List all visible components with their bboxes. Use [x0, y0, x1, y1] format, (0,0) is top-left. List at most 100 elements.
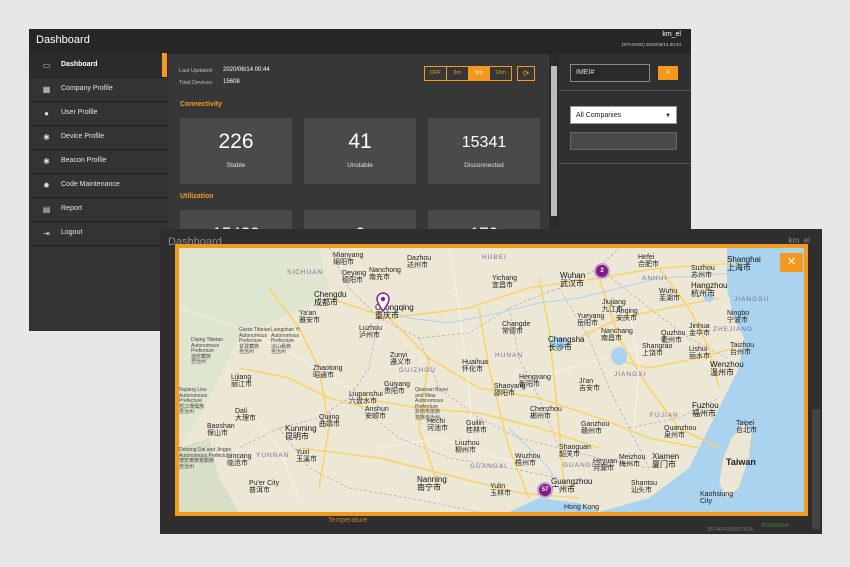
search-button[interactable]: ⌕ — [658, 66, 678, 80]
map-label-province: JIANGXI — [614, 371, 647, 378]
map-label-city: Dazhou 达州市 — [407, 255, 432, 269]
map-label-city: Hefei 合肥市 — [638, 254, 659, 268]
map-label-city: Nanchong 南充市 — [369, 267, 401, 281]
map-label-city: Suzhou 苏州市 — [691, 265, 715, 279]
map-label-city: Xiamen 厦门市 — [652, 452, 680, 469]
map-label-province: GUANGXI — [470, 463, 507, 470]
sidebar-item-beacon-profile[interactable]: ✱ Beacon Profile — [29, 150, 168, 174]
close-map-button[interactable]: ✕ — [780, 253, 803, 272]
map-label-city: Taizhou 台州市 — [730, 342, 755, 356]
refresh-3m-button[interactable]: 3m — [447, 67, 469, 80]
map-label-city: Zunyi 遵义市 — [390, 352, 411, 366]
sidebar-item-label: Device Profile — [61, 133, 105, 140]
map-label-city: Qujing 曲靖市 — [319, 414, 340, 428]
map-label-city: Guiyang 贵阳市 — [384, 381, 411, 395]
scroll-thumb[interactable] — [551, 66, 557, 216]
map-label-city: Luzhou 泸州市 — [359, 325, 382, 339]
sidebar-item-code-maintenance[interactable]: ✹ Code Maintenance — [29, 174, 168, 198]
guangzhou-cluster-marker[interactable]: 57 — [537, 482, 553, 498]
map-label-city: Deyang 德阳市 — [342, 270, 367, 284]
map-label-city: Lijiang 丽江市 — [231, 374, 252, 388]
disconnected-label: Disconnected — [464, 162, 504, 169]
map-modal[interactable]: SICHUAN HUBEI ANHUI JIANGSU ZHEJIANG HUN… — [175, 244, 808, 516]
map-label-city: Hong Kong — [564, 504, 600, 511]
poyang-lake — [611, 347, 627, 365]
unstable-label: Unstable — [347, 162, 373, 169]
cog-icon: ✹ — [43, 181, 50, 190]
refresh-interval-group: OFF 3m 5m 10m — [424, 66, 512, 81]
app-title: Dashboard — [36, 34, 90, 46]
map-label-province: YUNNAN — [256, 452, 290, 459]
user-icon: ● — [44, 109, 49, 118]
refresh-button[interactable]: ⟳ — [517, 66, 535, 81]
map-label-city: Meizhou 梅州市 — [619, 454, 646, 468]
sidebar-item-label: Dashboard — [61, 61, 98, 68]
gear-icon: ✱ — [43, 133, 50, 142]
map-label-city: Guangzhou 广州市 — [551, 477, 593, 494]
map-label-city: Wuzhou 梧州市 — [515, 453, 541, 467]
map-label-city: Changde 常德市 — [502, 321, 531, 335]
user-name[interactable]: km_el — [662, 31, 681, 38]
map-label-prefecture: Diqing Tibetan Autonomous Prefecture 迪庆藏族 自治… — [191, 337, 223, 365]
map-label-city: Shangrao 上饶市 — [642, 343, 673, 357]
sidebar-item-company-profile[interactable]: ▦ Company Profile — [29, 78, 168, 102]
imei-search-input[interactable]: IMEI# — [570, 64, 650, 82]
sidebar-item-user-profile[interactable]: ● User Profile — [29, 102, 168, 126]
temperature-heading: Temperature — [328, 517, 368, 524]
map-label-city: Jinhua 金华市 — [689, 323, 710, 337]
map-label-city: Yichang 宜昌市 — [492, 275, 518, 289]
total-devices-label: Total Devices: — [179, 80, 214, 86]
map-label-province: ZHEJIANG — [713, 326, 754, 333]
stable-count: 226 — [218, 130, 254, 153]
company-select[interactable]: All Companies ▼ — [570, 106, 677, 124]
map-label-city: Lishui 丽水市 — [689, 346, 710, 360]
chevron-down-icon: ▼ — [665, 113, 671, 119]
total-devices-value: 15608 — [223, 79, 240, 85]
sidebar-item-label: User Profile — [61, 109, 98, 116]
map-label-city: Wuhan 武汉市 — [560, 271, 586, 288]
map-label-city: Mianyang 绵阳市 — [333, 252, 364, 266]
divider — [559, 163, 691, 164]
map-label-prefecture: Garze Tibetan Autonomous Prefecture 甘孜藏族 自治州 — [239, 327, 271, 355]
sidebar-item-label: Beacon Profile — [61, 157, 107, 164]
unstable-card[interactable]: 41 Unstable — [304, 118, 416, 184]
divider — [559, 90, 691, 91]
map-label-city: Nanchang 南昌市 — [601, 328, 633, 342]
map-label-city: Wuhu 芜湖市 — [659, 288, 680, 302]
sidebar-item-label: Logout — [61, 229, 83, 236]
map-label-island: Taiwan — [726, 457, 756, 467]
refresh-off-button[interactable]: OFF — [425, 67, 447, 80]
map-label-city: Dali 大理市 — [235, 408, 256, 422]
beacon-icon: ✱ — [43, 157, 50, 166]
map-label-province: HUBEI — [482, 254, 507, 261]
map-label-city: Ya'an 雅安市 — [299, 310, 320, 324]
secondary-filter-field[interactable] — [570, 132, 677, 150]
row-imei: 357404109957524 — [707, 527, 753, 533]
disconnected-card[interactable]: 15341 Disconnected — [428, 118, 540, 184]
stable-card[interactable]: 226 Stable — [180, 118, 292, 184]
connectivity-heading: Connectivity — [180, 101, 223, 108]
sidebar-item-device-profile[interactable]: ✱ Device Profile — [29, 126, 168, 150]
sidebar-item-logout[interactable]: ⇥ Logout — [29, 222, 168, 246]
map-label-province: SICHUAN — [287, 269, 324, 276]
last-updated-value: 2020/06/14 00:44 — [223, 67, 270, 73]
sidebar-item-dashboard[interactable]: ▭ Dashboard — [29, 54, 168, 78]
map-label-city: Yulin 玉林市 — [490, 483, 511, 497]
map-label-city: Quanzhou 泉州市 — [664, 425, 697, 439]
map-label-city: Liupanshui 六盘水市 — [349, 391, 383, 405]
map-label-city: Ji'an 吉安市 — [579, 378, 600, 392]
map-label-city: Shantou 汕头市 — [631, 480, 658, 494]
map-label-city: Liuzhou 柳州市 — [455, 440, 480, 454]
refresh-5m-button[interactable]: 5m — [468, 67, 491, 80]
refresh-10m-button[interactable]: 10m — [490, 67, 511, 80]
map-label-province: HUNAN — [495, 352, 524, 359]
wuhan-cluster-marker[interactable]: 2 — [594, 263, 610, 279]
map-label-province: FUJIAN — [650, 412, 679, 419]
map-label-city: Shaoguan 韶关市 — [559, 444, 591, 458]
sidebar-item-report[interactable]: ▤ Report — [29, 198, 168, 222]
device-location-pin-icon[interactable] — [376, 292, 390, 312]
map-label-city: Changsha 长沙市 — [548, 335, 585, 352]
monitor-icon: ▭ — [42, 61, 51, 70]
map-label-province: GUIZHOU — [399, 367, 436, 374]
sidebar-item-label: Company Profile — [61, 85, 113, 92]
